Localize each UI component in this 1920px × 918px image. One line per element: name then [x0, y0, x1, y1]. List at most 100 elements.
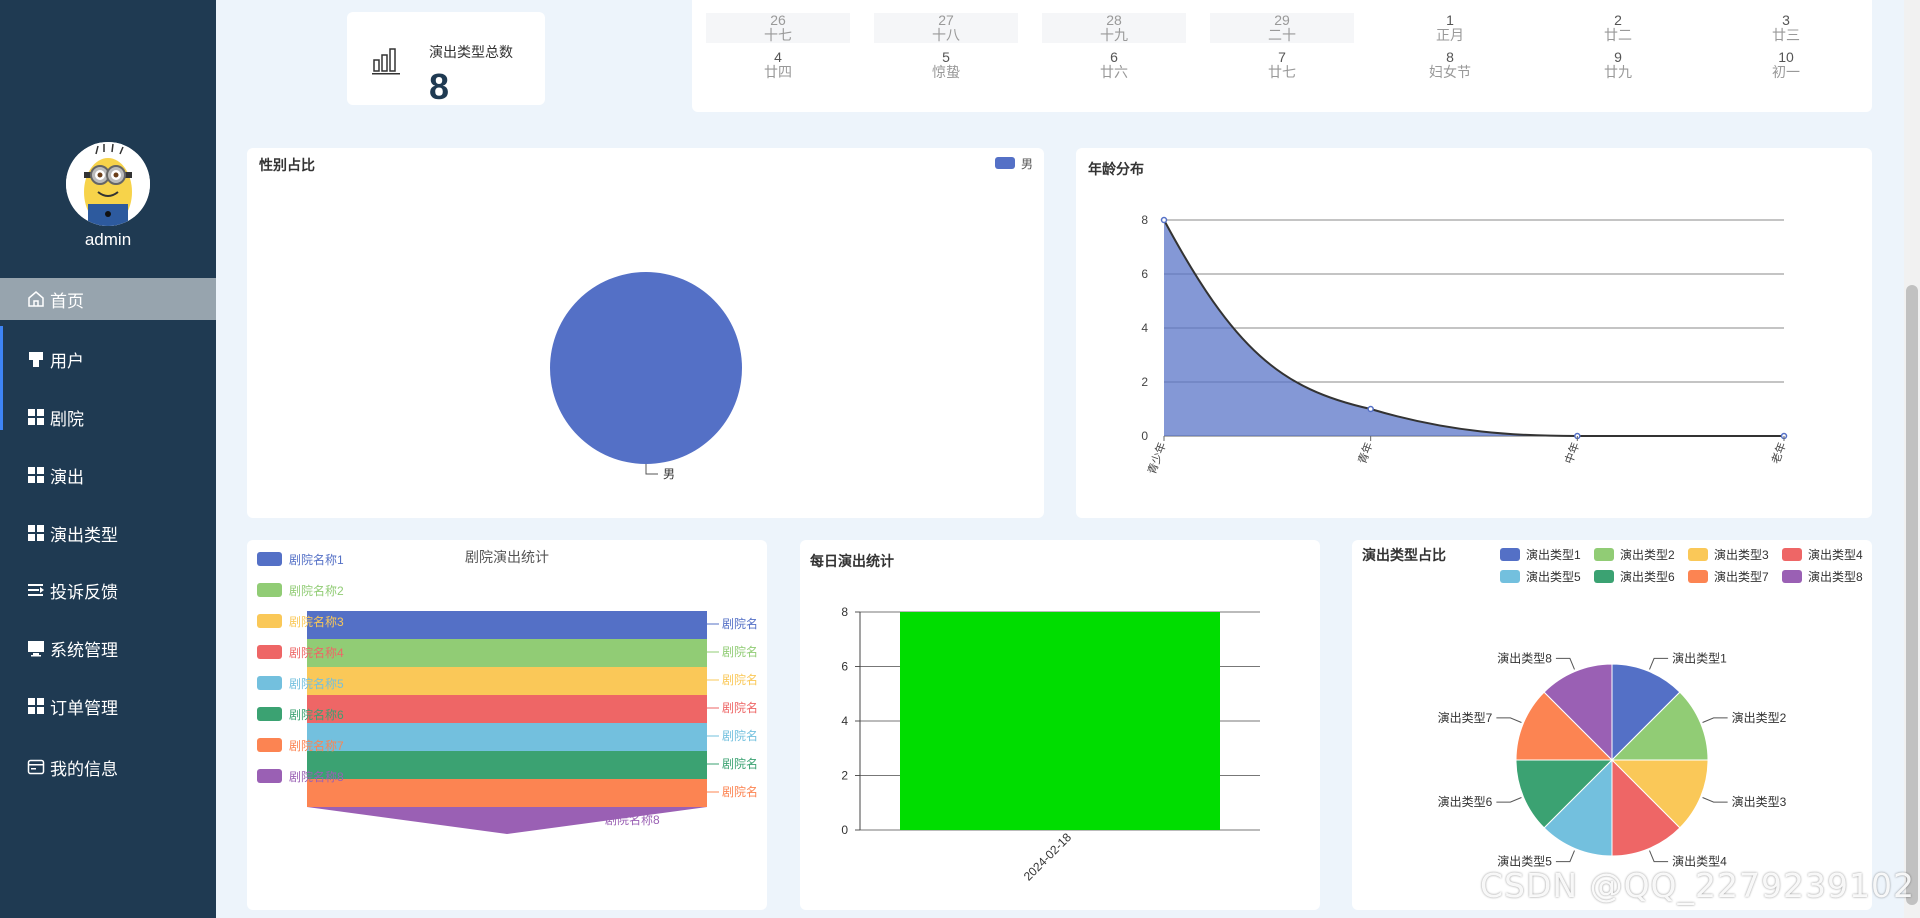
stat-label: 演出类型总数 [429, 44, 513, 60]
sidebar: admin 首页 用户 剧院 演出 演出类型 投诉反馈 系统管理 订单管理 我的… [0, 0, 216, 918]
calendar-day-lunar: 廿七 [1268, 64, 1296, 80]
calendar-day[interactable]: 3 廿三 [1714, 13, 1858, 43]
funnel-segment [307, 667, 707, 695]
slice-label-line [1555, 657, 1575, 670]
calendar-day-number: 1 [1446, 12, 1454, 28]
calendar-day-number: 26 [770, 12, 786, 28]
slice-label-line [1496, 797, 1522, 803]
menu-item-label: 系统管理 [50, 640, 118, 660]
grid-icon [27, 524, 45, 542]
menu-item-complaints[interactable]: 投诉反馈 [0, 569, 216, 611]
legend-label: 剧院名称8 [289, 769, 344, 784]
scrollbar[interactable] [1904, 0, 1920, 918]
calendar-day[interactable]: 2 廿二 [1546, 13, 1690, 43]
calendar-day-number: 28 [1106, 12, 1122, 28]
menu-item-label: 我的信息 [50, 759, 118, 779]
x-tick-label: 中年 [1561, 440, 1582, 465]
funnel-label: 剧院名 [722, 756, 758, 771]
calendar-day-lunar: 廿三 [1772, 27, 1800, 43]
legend-label: 剧院名称5 [289, 676, 344, 691]
menu-item-label: 投诉反馈 [50, 582, 118, 602]
funnel-segment [307, 723, 707, 751]
daily-chart-card: 每日演出统计 0 2 4 6 8 2024-02-18 [800, 540, 1320, 910]
funnel-label: 剧院名 [722, 616, 758, 631]
menu-item-theatre[interactable]: 剧院 [0, 396, 216, 438]
legend-swatch [1500, 570, 1520, 583]
chart-title: 剧院演出统计 [465, 549, 549, 565]
legend-swatch [1782, 548, 1802, 561]
menu-item-label: 演出类型 [50, 525, 118, 545]
menu-item-performance[interactable]: 演出 [0, 454, 216, 496]
calendar-day[interactable]: 29 二十 [1210, 13, 1354, 43]
slice-label-line [1702, 797, 1728, 803]
legend-swatch [1688, 548, 1708, 561]
menu-item-performance-type[interactable]: 演出类型 [0, 512, 216, 554]
menu-item-my-info[interactable]: 我的信息 [0, 746, 216, 788]
y-tick-label: 0 [1141, 429, 1148, 443]
calendar-day-lunar: 廿二 [1604, 27, 1632, 43]
theatre-funnel-chart: 剧院名剧院名剧院名剧院名剧院名剧院名剧院名剧院名称8剧院名称1剧院名称2剧院名称… [257, 549, 758, 834]
grid-icon [27, 466, 45, 484]
pie-slice [550, 272, 742, 464]
calendar-day-lunar: 惊蛰 [932, 64, 960, 80]
legend-label: 演出类型4 [1808, 547, 1863, 562]
legend-swatch [1594, 548, 1614, 561]
calendar-day[interactable]: 10 初一 [1714, 50, 1858, 80]
type-pie-chart: 演出类型占比 演出类型1 演出类型2 演出类型3 演出类型4演出类型5 演出类型6 演出类型… [1362, 547, 1863, 869]
legend-label: 演出类型5 [1526, 569, 1581, 584]
y-tick-label: 2 [841, 769, 848, 783]
watermark: CSDN @QQ_2279239102 [1480, 866, 1915, 905]
avatar[interactable] [66, 142, 150, 226]
y-tick-label: 6 [1141, 267, 1148, 281]
x-tick-label: 青少年 [1144, 440, 1168, 476]
monitor-icon [27, 639, 45, 657]
funnel-label: 剧院名 [722, 644, 758, 659]
scrollbar-thumb[interactable] [1906, 285, 1918, 905]
calendar-day-number: 27 [938, 12, 954, 28]
calendar-day[interactable]: 27 十八 [874, 13, 1018, 43]
menu-item-system[interactable]: 系统管理 [0, 627, 216, 669]
legend-label: 剧院名称2 [289, 583, 344, 598]
calendar-day-lunar: 十九 [1100, 27, 1128, 43]
calendar-day[interactable]: 28 十九 [1042, 13, 1186, 43]
calendar-day[interactable]: 4 廿四 [706, 50, 850, 80]
age-chart-card: 年龄分布 0 2 4 6 8 青少年 青年 中年 老年 [1076, 148, 1872, 518]
calendar-day[interactable]: 9 廿九 [1546, 50, 1690, 80]
calendar-day[interactable]: 6 廿六 [1042, 50, 1186, 80]
calendar-day[interactable]: 26 十七 [706, 13, 850, 43]
legend-swatch [1500, 548, 1520, 561]
slice-label: 演出类型3 [1732, 794, 1787, 809]
stat-card: 演出类型总数 8 [347, 12, 545, 107]
menu-item-orders[interactable]: 订单管理 [0, 685, 216, 727]
funnel-label: 剧院名 [722, 784, 758, 799]
legend-swatch [1782, 570, 1802, 583]
slice-label-line [645, 464, 658, 475]
legend-label: 演出类型2 [1620, 547, 1675, 562]
slice-label-line [1555, 850, 1575, 863]
menu-item-users[interactable]: 用户 [0, 338, 216, 380]
slice-label-line [1649, 850, 1669, 863]
y-tick-label: 0 [841, 823, 848, 837]
funnel-label: 剧院名 [722, 700, 758, 715]
funnel-label: 剧院名 [722, 672, 758, 687]
home-icon [27, 290, 45, 308]
slice-label: 男 [663, 467, 675, 481]
username: admin [84, 230, 132, 249]
slice-label: 演出类型1 [1672, 650, 1727, 665]
calendar-day[interactable]: 5 惊蛰 [874, 50, 1018, 80]
legend-swatch [257, 769, 282, 783]
type-chart-card: 演出类型占比 演出类型1 演出类型2 演出类型3 演出类型4 演出类型5 演出类型6 演出类型… [1352, 540, 1872, 910]
legend-label: 剧院名称6 [289, 707, 344, 722]
chart-title: 每日演出统计 [810, 553, 894, 569]
grid-icon [27, 408, 45, 426]
y-tick-label: 8 [841, 605, 848, 619]
chart-title: 演出类型占比 [1362, 547, 1446, 563]
menu-item-home[interactable]: 首页 [0, 278, 216, 320]
calendar-day[interactable]: 7 廿七 [1210, 50, 1354, 80]
legend-swatch [257, 645, 282, 659]
calendar-day[interactable]: 8 妇女节 [1378, 50, 1522, 80]
calendar-day-lunar: 廿六 [1100, 64, 1128, 80]
legend-swatch [1688, 570, 1708, 583]
calendar-day[interactable]: 1 正月 [1378, 13, 1522, 43]
calendar-day-number: 3 [1782, 12, 1790, 28]
